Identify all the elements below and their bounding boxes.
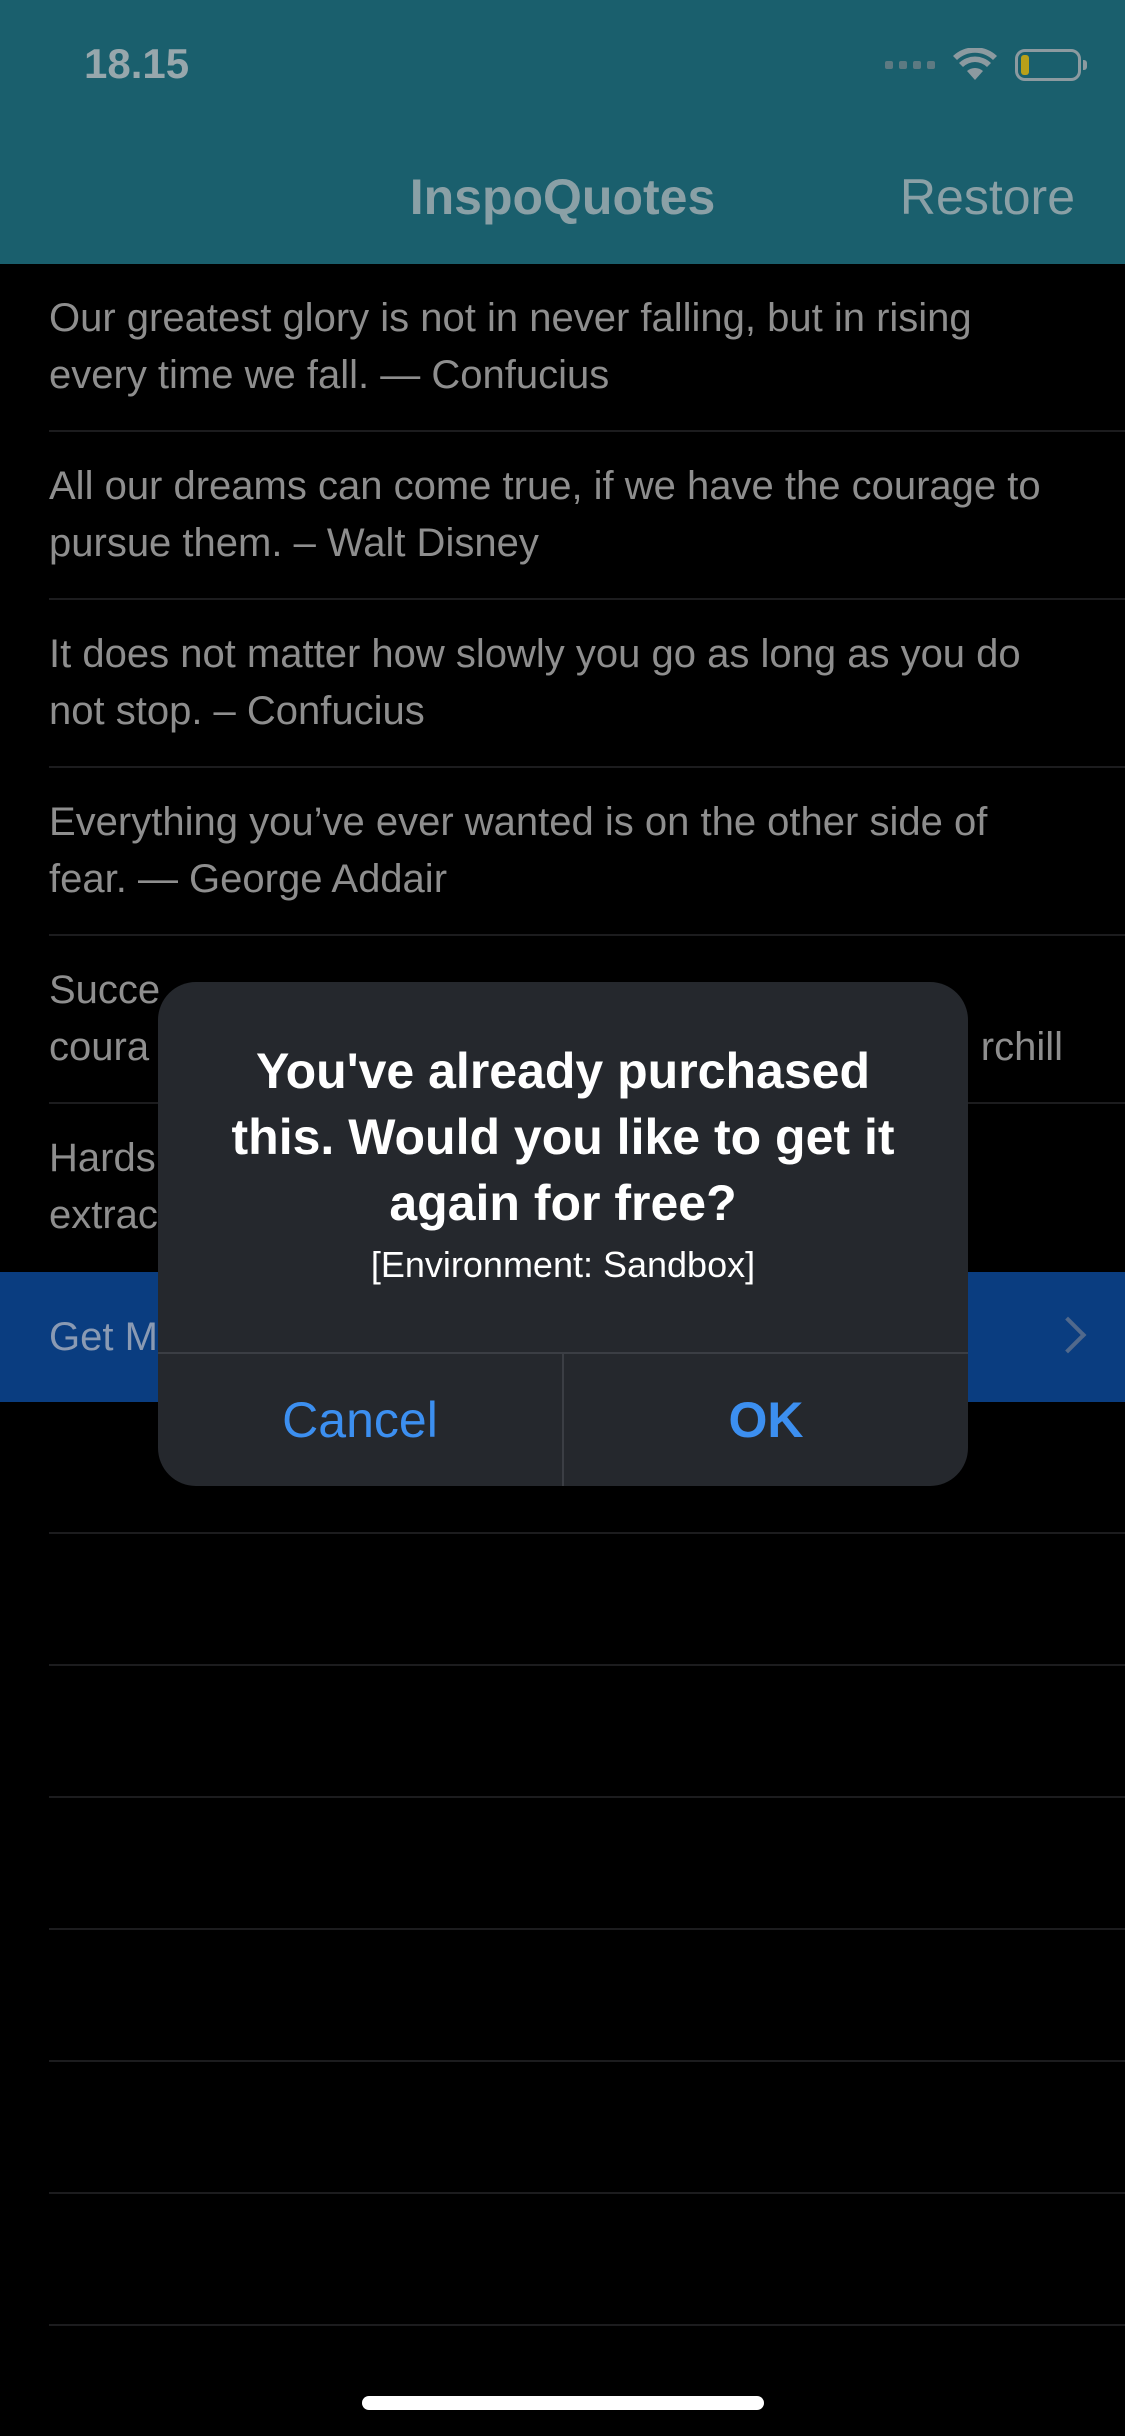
battery-level <box>1021 55 1030 75</box>
restore-button[interactable]: Restore <box>900 168 1075 226</box>
alert-message: [Environment: Sandbox] <box>370 1244 756 1285</box>
alert-title: You've already purchased this. Would you… <box>231 1043 895 1231</box>
list-item[interactable]: Our greatest glory is not in never falli… <box>0 264 1125 432</box>
purchase-alert-dialog: You've already purchased this. Would you… <box>158 982 968 1486</box>
status-time: 18.15 <box>84 40 190 87</box>
cellular-signal-icon <box>885 61 935 69</box>
ok-button[interactable]: OK <box>564 1354 968 1486</box>
wifi-icon <box>953 48 997 80</box>
empty-row <box>0 2194 1125 2326</box>
home-indicator[interactable] <box>362 2396 764 2410</box>
empty-row <box>0 1666 1125 1798</box>
get-more-label: Get M <box>49 1315 158 1359</box>
empty-row <box>0 2062 1125 2194</box>
status-icons <box>885 48 1087 82</box>
empty-row <box>0 1534 1125 1666</box>
list-item-text-tail: rchill <box>980 1025 1063 1069</box>
list-item[interactable]: All our dreams can come true, if we have… <box>0 432 1125 600</box>
battery-icon <box>1015 49 1087 81</box>
empty-table-area <box>0 1402 1125 2326</box>
empty-row <box>0 1930 1125 2062</box>
cancel-button[interactable]: Cancel <box>158 1354 562 1486</box>
list-item[interactable]: Everything you’ve ever wanted is on the … <box>0 768 1125 936</box>
list-item-text: Hards extrac <box>49 1136 158 1237</box>
navigation-header: 18.15 InspoQuotes Restore <box>0 0 1125 264</box>
list-item[interactable]: It does not matter how slowly you go as … <box>0 600 1125 768</box>
list-item-text: Succe coura <box>49 968 161 1069</box>
empty-row <box>0 1798 1125 1930</box>
chevron-right-icon <box>1049 1316 1087 1354</box>
